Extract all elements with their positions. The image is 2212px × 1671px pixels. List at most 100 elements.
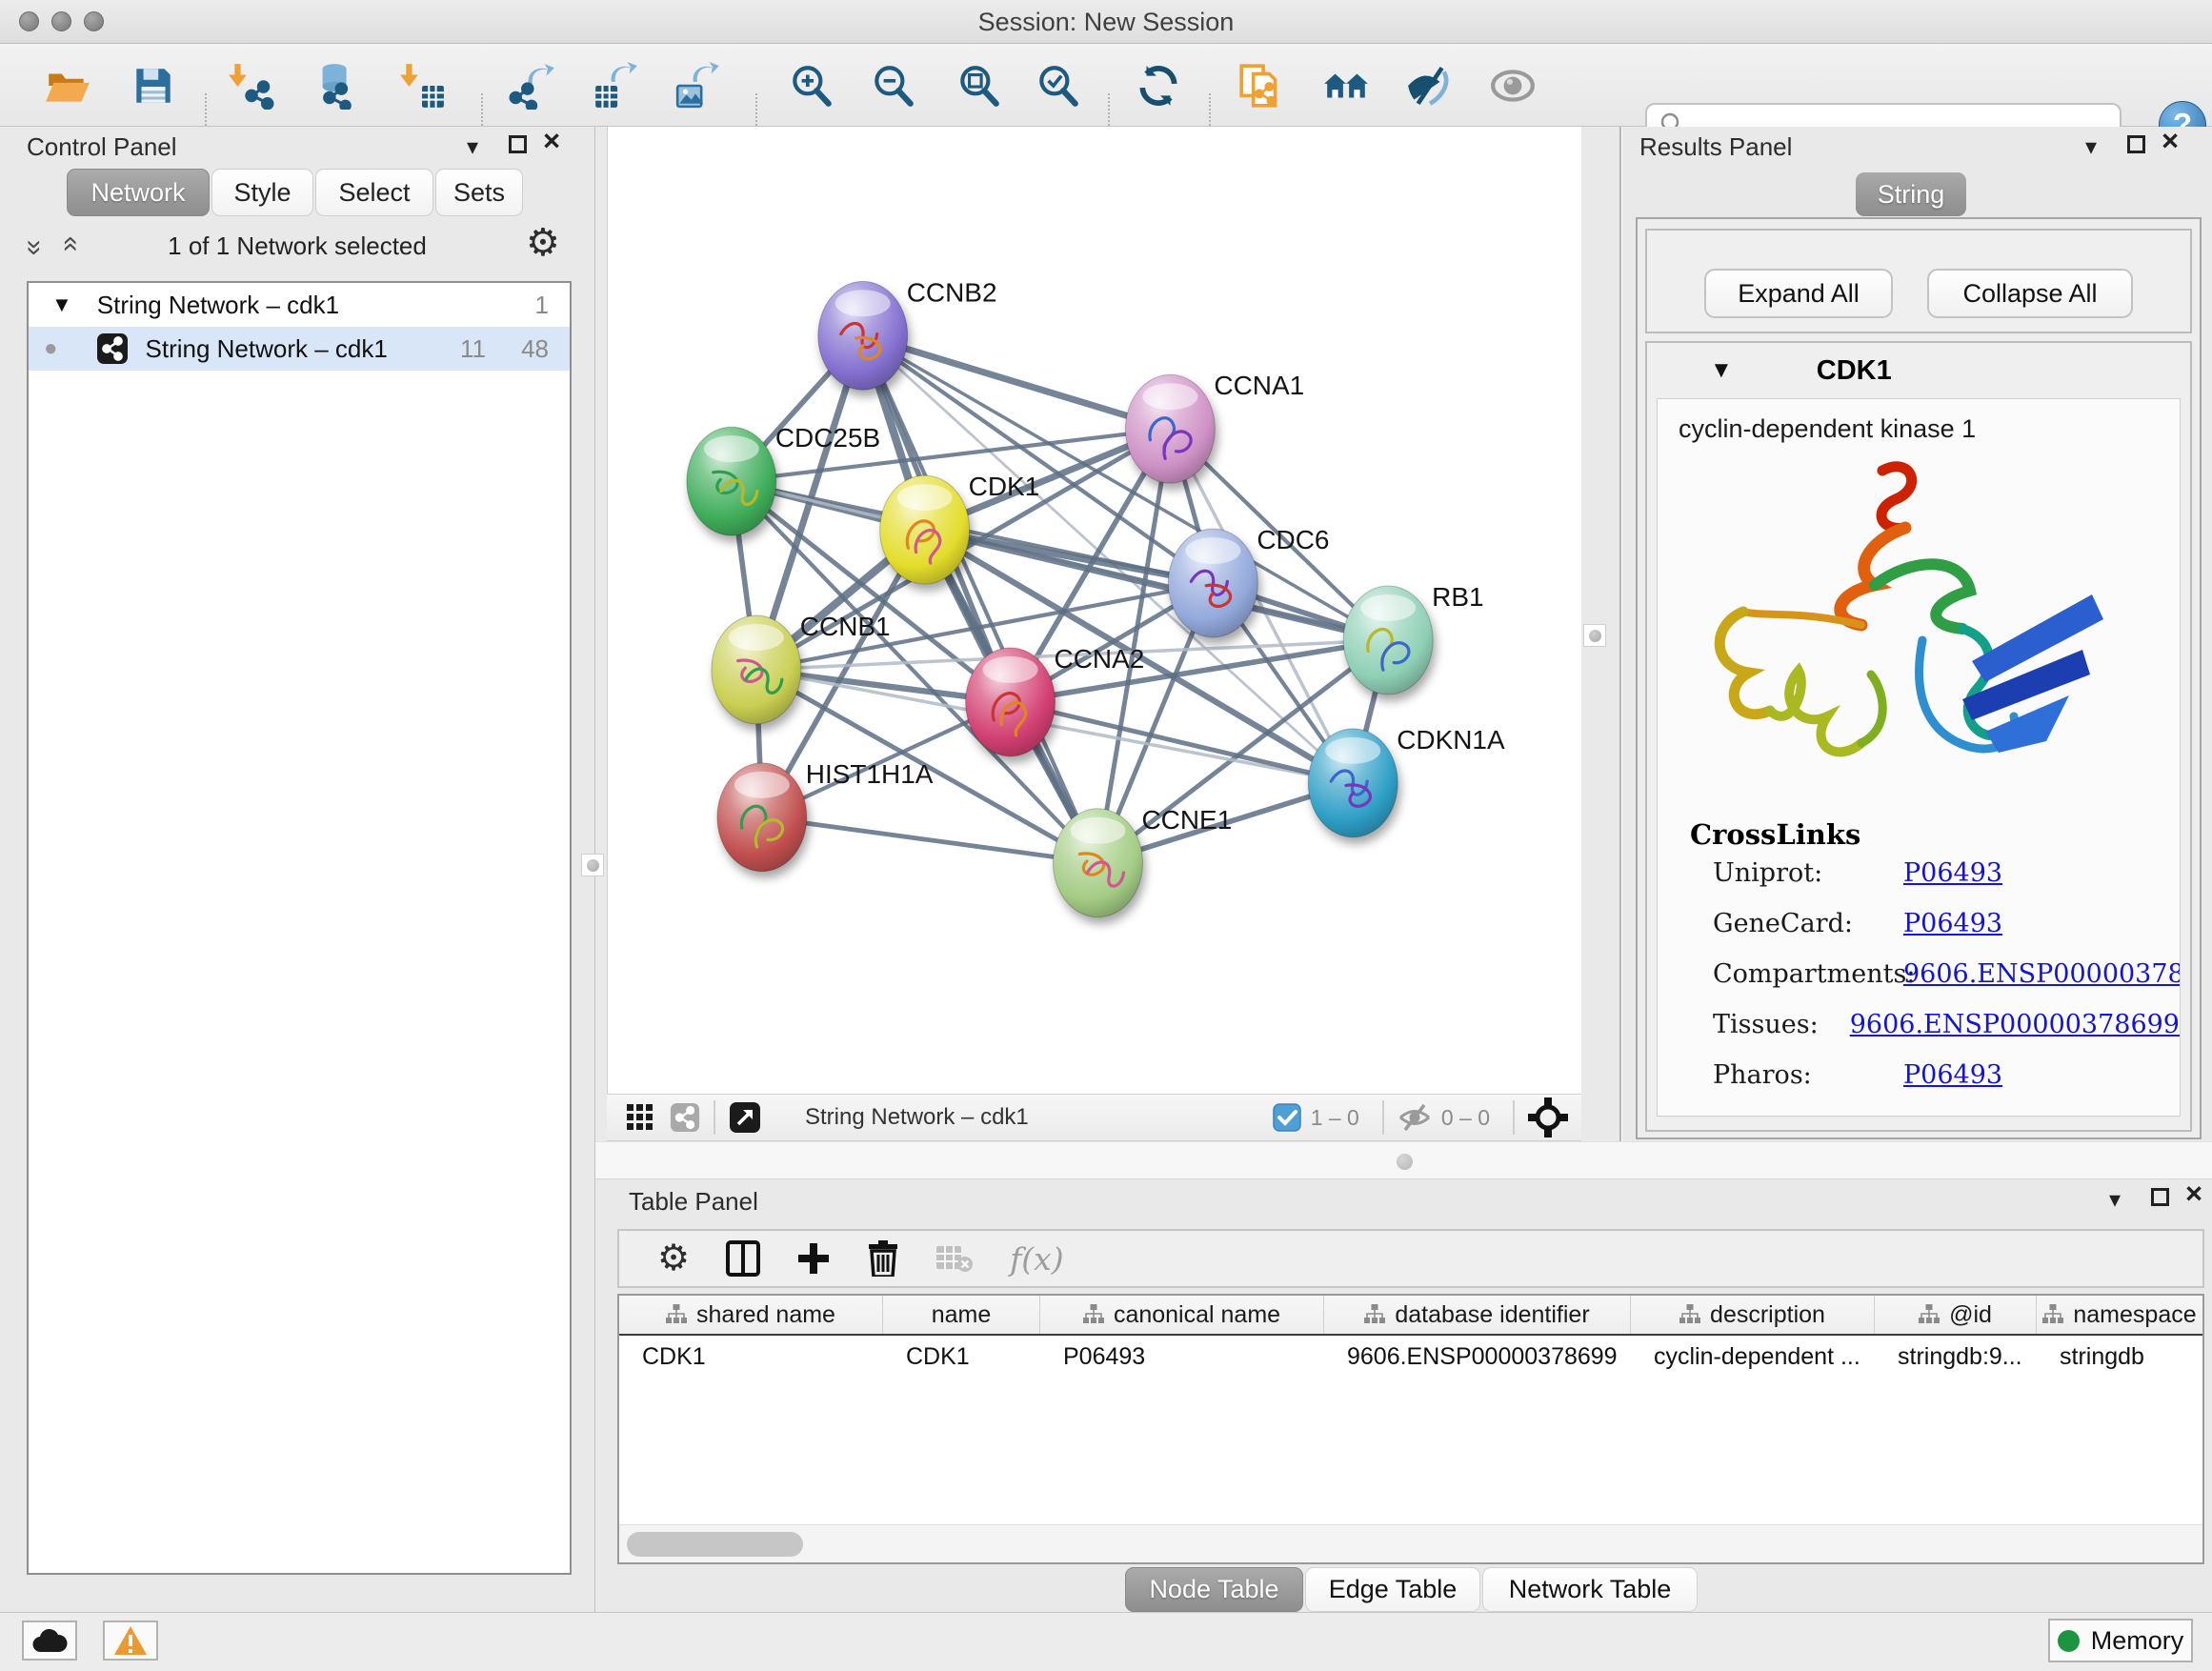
hidden-eye-slash-icon[interactable] <box>1398 1103 1432 1132</box>
add-column-icon[interactable] <box>796 1241 831 1276</box>
results-buttons-box: Expand All Collapse All <box>1645 229 2192 333</box>
expand-all-button[interactable]: Expand All <box>1704 269 1893 318</box>
show-all-button[interactable] <box>1486 59 1539 112</box>
first-neighbors-button[interactable] <box>1319 59 1373 112</box>
hide-selected-button[interactable] <box>1401 59 1455 112</box>
close-panel-icon[interactable]: × <box>2162 126 2179 155</box>
node-CCNA1[interactable]: CCNA1 <box>1125 371 1304 483</box>
collapse-triangle-icon[interactable]: ▼ <box>1710 357 1733 384</box>
delete-column-trash-icon[interactable] <box>867 1240 899 1277</box>
cdk1-entry-header[interactable]: ▼ CDK1 <box>1647 343 2190 398</box>
tab-node-table[interactable]: Node Table <box>1125 1567 1303 1612</box>
node-CCNE1[interactable]: CCNE1 <box>1054 805 1233 917</box>
panel-menu-icon[interactable]: ▾ <box>467 136 478 159</box>
column-header-id[interactable]: @id <box>1875 1296 2037 1334</box>
node-label-CCNE1: CCNE1 <box>1141 805 1232 835</box>
import-network-database-button[interactable] <box>306 59 359 112</box>
float-panel-icon[interactable] <box>2127 135 2145 153</box>
node-CCNB1[interactable]: CCNB1 <box>712 612 891 724</box>
crosslink-row: Uniprot: P06493 <box>1713 858 2180 888</box>
open-session-button[interactable] <box>41 59 94 112</box>
network-node-count: 11 <box>460 334 486 364</box>
node-HIST1H1A[interactable]: HIST1H1A <box>717 759 934 872</box>
node-RB1[interactable]: RB1 <box>1343 582 1483 695</box>
update-network-button[interactable] <box>1132 59 1185 112</box>
column-header-database-identifier[interactable]: database identifier <box>1324 1296 1631 1334</box>
network-collection-row[interactable]: ▼ String Network – cdk1 1 <box>29 283 570 327</box>
column-header-name[interactable]: name <box>883 1296 1040 1334</box>
column-header-description[interactable]: description <box>1631 1296 1875 1334</box>
compartments-link[interactable]: 9606.ENSP00000378699 <box>1903 959 2181 989</box>
network-canvas[interactable]: CCNB2CCNA1CDC25BCDK1CDC6RB1CCNB1CCNA2CDK… <box>607 127 1581 1094</box>
zoom-in-button[interactable] <box>785 59 838 112</box>
table-horizontal-scrollbar[interactable] <box>619 1524 2202 1562</box>
zoom-out-button[interactable] <box>867 59 920 112</box>
uniprot-link[interactable]: P06493 <box>1903 858 2002 888</box>
node-CDC25B[interactable]: CDC25B <box>687 423 880 535</box>
collapse-triangle-icon[interactable]: ▼ <box>51 292 72 317</box>
hierarchy-icon <box>1083 1304 1104 1325</box>
float-panel-icon[interactable] <box>2151 1188 2169 1206</box>
current-network-name: String Network – cdk1 <box>805 1104 1029 1131</box>
save-session-button[interactable] <box>127 59 180 112</box>
tab-network[interactable]: Network <box>67 169 210 216</box>
cloud-status-button[interactable] <box>22 1621 77 1661</box>
edge-HIST1H1A-CCNE1[interactable] <box>762 817 1098 863</box>
cdk1-entry-body: cyclin-dependent kinase 1 <box>1657 398 2181 1117</box>
memory-button[interactable]: Memory <box>2048 1619 2193 1662</box>
splitter-grip[interactable] <box>1397 1154 1413 1170</box>
function-builder-icon[interactable]: f(x) <box>1010 1240 1064 1278</box>
node-CDKN1A[interactable]: CDKN1A <box>1308 725 1505 837</box>
network-share-icon[interactable] <box>670 1102 700 1133</box>
table-panel-title: Table Panel <box>629 1187 758 1217</box>
table-row[interactable]: CDK1 CDK1 P06493 9606.ENSP00000378699 cy… <box>619 1336 2202 1378</box>
export-network-button[interactable] <box>506 59 559 112</box>
column-header-namespace[interactable]: namespace <box>2037 1296 2202 1334</box>
panel-menu-icon[interactable]: ▾ <box>2085 136 2097 159</box>
network-options-gear-icon[interactable]: ⚙ <box>526 224 560 262</box>
show-columns-icon[interactable] <box>726 1240 760 1277</box>
warnings-button[interactable] <box>103 1621 158 1661</box>
tab-network-table[interactable]: Network Table <box>1482 1567 1698 1612</box>
network-row[interactable]: ● String Network – cdk1 11 48 <box>29 327 570 371</box>
float-panel-icon[interactable] <box>509 135 527 153</box>
collapse-all-button[interactable]: Collapse All <box>1927 269 2133 318</box>
node-CCNB2[interactable]: CCNB2 <box>818 277 997 390</box>
tissues-link[interactable]: 9606.ENSP00000378699 <box>1850 1010 2180 1039</box>
table-options-gear-icon[interactable]: ⚙ <box>657 1240 690 1277</box>
tab-style[interactable]: Style <box>211 169 313 216</box>
left-splitter-handle[interactable] <box>581 854 604 876</box>
import-network-icon <box>227 62 274 110</box>
zoom-selected-button[interactable] <box>1032 59 1085 112</box>
selected-checkbox-icon[interactable] <box>1273 1103 1301 1132</box>
delete-table-icon[interactable] <box>935 1243 974 1274</box>
tab-sets[interactable]: Sets <box>435 169 523 216</box>
open-in-new-window-icon[interactable] <box>729 1101 761 1134</box>
edge-CCNB2-CCNA1[interactable] <box>863 335 1171 429</box>
genecard-link[interactable]: P06493 <box>1903 909 2002 938</box>
column-header-canonical-name[interactable]: canonical name <box>1040 1296 1324 1334</box>
birdseye-grid-icon[interactable] <box>626 1103 654 1132</box>
tab-select[interactable]: Select <box>315 169 433 216</box>
right-splitter-handle[interactable] <box>1583 624 1606 647</box>
crosslinks-title: CrossLinks <box>1690 818 2180 851</box>
clone-network-button[interactable] <box>1235 59 1288 112</box>
column-header-shared-name[interactable]: shared name <box>619 1296 883 1334</box>
import-table-file-button[interactable] <box>395 59 449 112</box>
node-CDK1[interactable]: CDK1 <box>880 472 1040 584</box>
edge-CCNA2-CDKN1A[interactable] <box>1011 702 1354 783</box>
export-table-button[interactable] <box>589 59 642 112</box>
export-image-button[interactable] <box>671 59 724 112</box>
crosslink-row: Tissues: 9606.ENSP00000378699 <box>1713 1010 2180 1039</box>
horizontal-splitter[interactable] <box>595 1141 2212 1179</box>
pharos-link[interactable]: P06493 <box>1903 1060 2002 1090</box>
pan-crosshair-icon[interactable] <box>1528 1097 1568 1137</box>
fit-content-button[interactable] <box>953 59 1006 112</box>
scrollbar-thumb[interactable] <box>627 1532 803 1557</box>
close-panel-icon[interactable]: × <box>2185 1178 2202 1208</box>
import-network-file-button[interactable] <box>224 59 277 112</box>
tab-edge-table[interactable]: Edge Table <box>1305 1567 1480 1612</box>
close-panel-icon[interactable]: × <box>543 126 560 155</box>
panel-menu-icon[interactable]: ▾ <box>2109 1189 2121 1212</box>
tab-string[interactable]: String <box>1856 172 1966 216</box>
